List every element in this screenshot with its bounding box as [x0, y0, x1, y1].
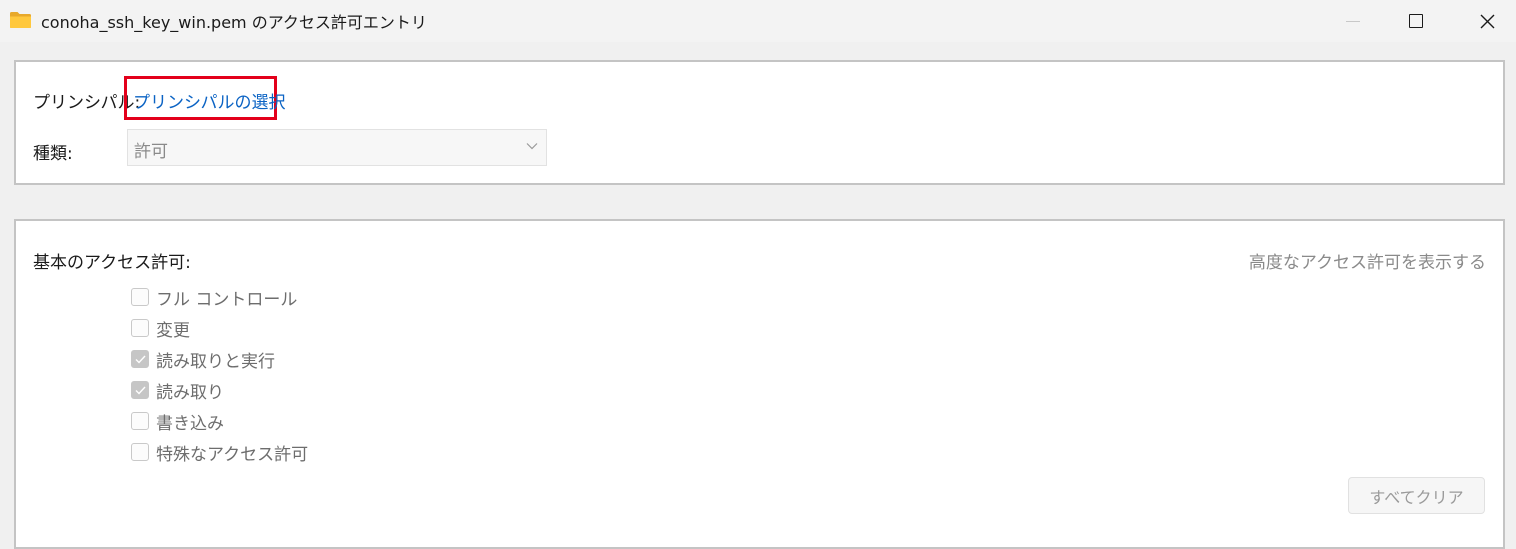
folder-icon — [9, 11, 32, 29]
permission-read-execute[interactable]: 読み取りと実行 — [131, 348, 275, 372]
checkbox[interactable] — [131, 288, 149, 306]
window-title: conoha_ssh_key_win.pem のアクセス許可エントリ — [41, 13, 427, 32]
permission-write[interactable]: 書き込み — [131, 410, 224, 434]
select-principal-link[interactable]: プリンシパルの選択 — [133, 88, 286, 113]
type-dropdown[interactable]: 許可 — [127, 129, 547, 166]
basic-permissions-label: 基本のアクセス許可: — [33, 253, 191, 273]
show-advanced-permissions-link[interactable]: 高度なアクセス許可を表示する — [1249, 248, 1486, 273]
permission-label: 読み取りと実行 — [156, 351, 275, 372]
checkmark-icon — [135, 386, 146, 395]
minimize-icon — [1346, 20, 1360, 22]
clear-all-button[interactable]: すべてクリア — [1348, 477, 1485, 514]
checkbox[interactable] — [131, 412, 149, 430]
permission-label: 書き込み — [156, 413, 224, 434]
permission-modify[interactable]: 変更 — [131, 317, 190, 341]
permission-label: フル コントロール — [156, 289, 298, 310]
minimize-button[interactable] — [1318, 0, 1388, 42]
checkbox-checked[interactable] — [131, 381, 149, 399]
permission-label: 変更 — [156, 320, 190, 341]
checkbox[interactable] — [131, 319, 149, 337]
close-icon — [1480, 14, 1494, 28]
checkmark-icon — [135, 355, 146, 364]
checkbox[interactable] — [131, 443, 149, 461]
permission-full-control[interactable]: フル コントロール — [131, 286, 298, 310]
type-dropdown-value: 許可 — [134, 142, 168, 162]
chevron-down-icon — [526, 143, 538, 150]
checkbox-checked[interactable] — [131, 350, 149, 368]
permission-read[interactable]: 読み取り — [131, 379, 224, 403]
title-bar: conoha_ssh_key_win.pem のアクセス許可エントリ — [0, 0, 1516, 42]
maximize-button[interactable] — [1381, 0, 1451, 42]
close-button[interactable] — [1452, 0, 1516, 42]
permission-label: 読み取り — [156, 382, 224, 403]
permission-label: 特殊なアクセス許可 — [156, 444, 309, 465]
type-label: 種類: — [33, 144, 73, 164]
maximize-icon — [1409, 14, 1423, 28]
permission-special[interactable]: 特殊なアクセス許可 — [131, 441, 309, 465]
